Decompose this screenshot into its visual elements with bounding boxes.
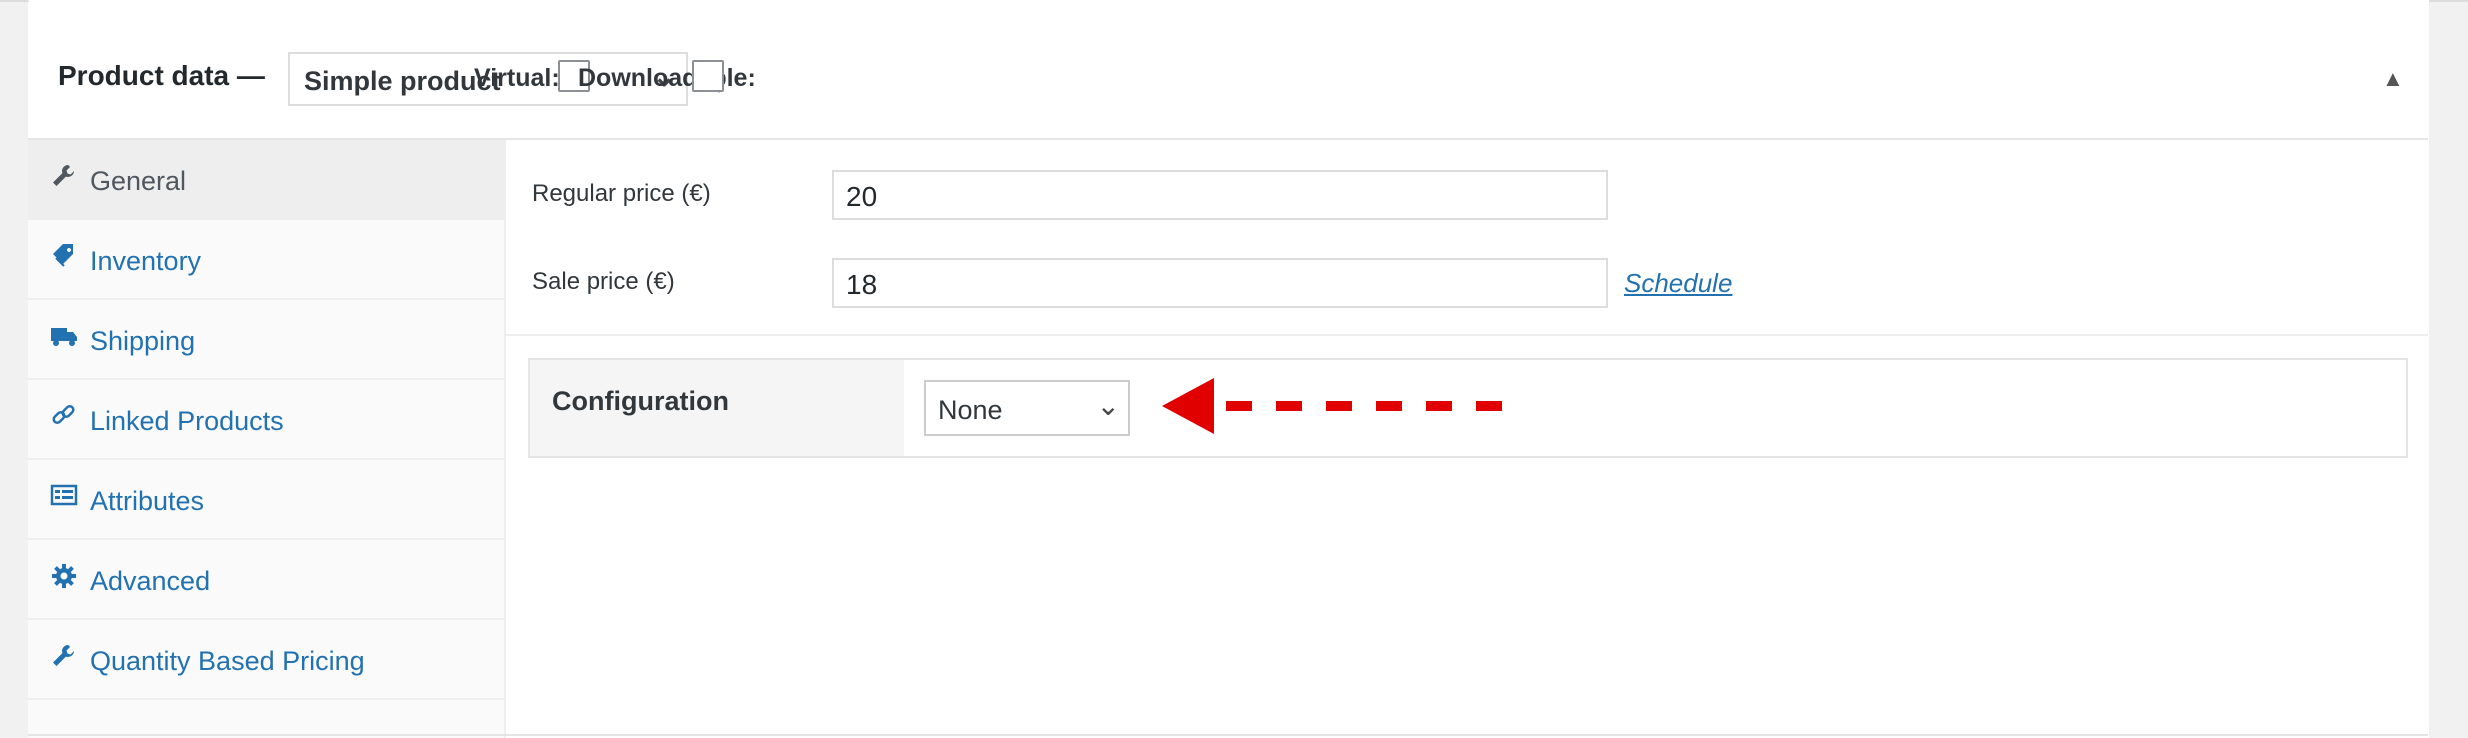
tab-advanced[interactable]: Advanced: [28, 540, 504, 620]
virtual-label: Virtual:: [474, 64, 560, 92]
tab-linked-products[interactable]: Linked Products: [28, 380, 504, 460]
tab-shipping-label: Shipping: [90, 326, 196, 356]
downloadable-checkbox[interactable]: [692, 60, 724, 92]
gear-icon: [52, 564, 76, 588]
tab-shipping[interactable]: Shipping: [28, 300, 504, 380]
chevron-down-icon: ⌄: [1096, 390, 1120, 421]
tab-attributes-label: Attributes: [90, 486, 205, 516]
tab-attributes[interactable]: Attributes: [28, 460, 504, 540]
wrench-icon: [53, 645, 74, 666]
schedule-link[interactable]: Schedule: [1624, 268, 1732, 299]
product-data-header: Product data — Simple product ⌄ Virtual:…: [28, 2, 2428, 140]
tag-icon: [53, 244, 73, 267]
sale-price-input[interactable]: 18: [832, 258, 1608, 308]
tab-inventory[interactable]: Inventory: [28, 220, 504, 300]
downloadable-label: Downloadable:: [578, 64, 756, 92]
configuration-label: Configuration: [552, 386, 729, 416]
tab-quantity-based-pricing[interactable]: Quantity Based Pricing: [28, 620, 504, 700]
list-card-icon: [50, 484, 78, 506]
triangle-up-icon[interactable]: ▲: [2382, 66, 2404, 92]
regular-price-label: Regular price (€): [532, 180, 711, 207]
tab-linked-products-label: Linked Products: [90, 406, 284, 436]
tab-advanced-label: Advanced: [90, 566, 211, 596]
link-icon: [52, 404, 75, 425]
product-data-tabs: General Inventory Shipping Linked Produc…: [28, 140, 506, 738]
tab-quantity-based-pricing-label: Quantity Based Pricing: [90, 646, 365, 676]
wrench-icon: [53, 165, 74, 186]
tab-general-label: General: [90, 166, 187, 196]
product-type-value: Simple product: [304, 66, 501, 96]
panel-title: Product data —: [58, 60, 265, 91]
sale-price-label: Sale price (€): [532, 268, 675, 295]
red-arrow-annotation: [1162, 378, 1506, 434]
section-divider: [506, 334, 2428, 336]
tab-inventory-label: Inventory: [90, 246, 202, 276]
bottom-border: [28, 734, 2428, 736]
tab-general[interactable]: General: [28, 140, 504, 220]
regular-price-input[interactable]: 20: [832, 170, 1608, 220]
configuration-value: None: [938, 395, 1003, 425]
configuration-label-cell: Configuration: [530, 360, 904, 456]
configuration-select[interactable]: None ⌄: [924, 380, 1130, 436]
truck-icon: [51, 328, 77, 346]
